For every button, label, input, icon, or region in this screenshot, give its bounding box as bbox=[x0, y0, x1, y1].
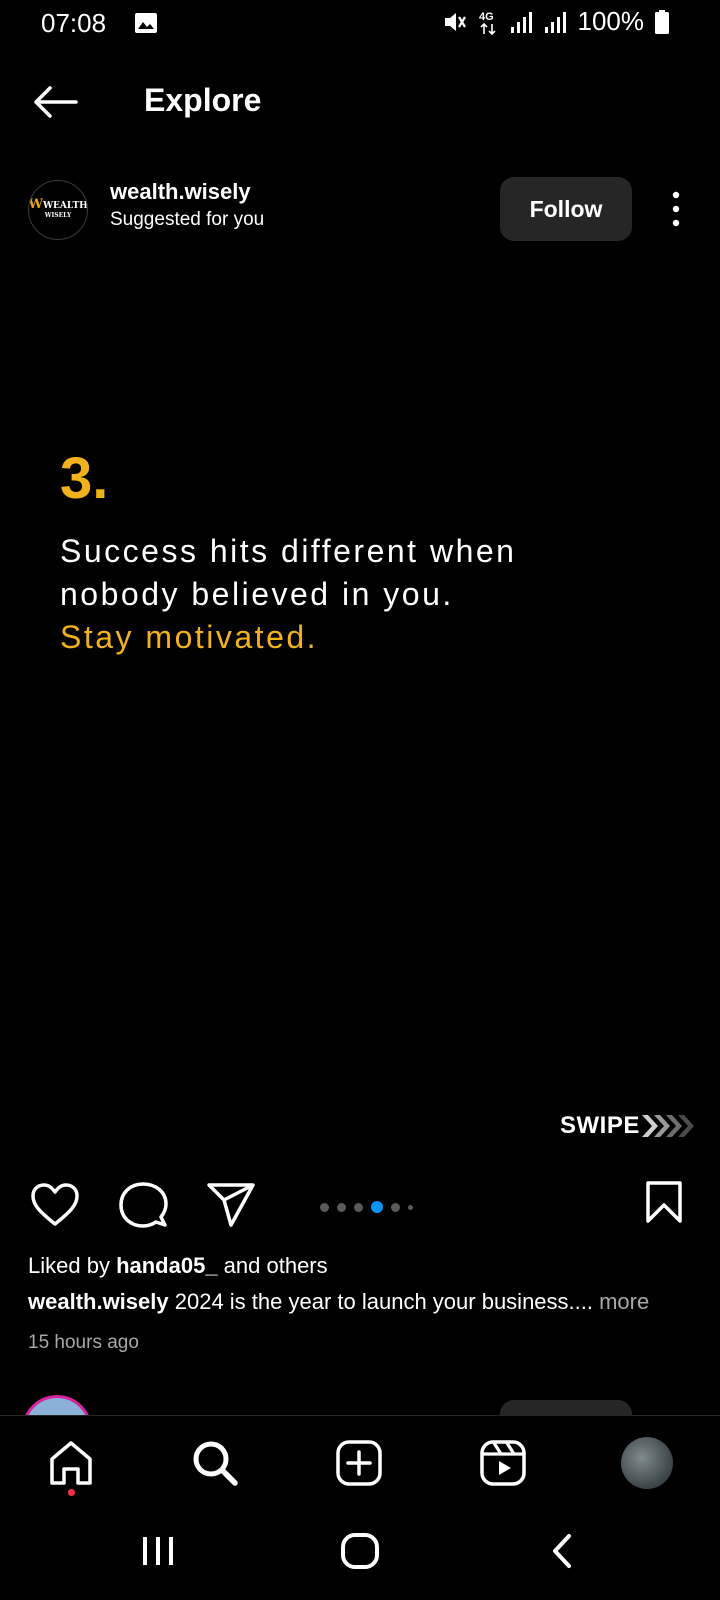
reels-icon bbox=[480, 1440, 526, 1486]
caption-text: 2024 is the year to launch your business… bbox=[168, 1289, 600, 1314]
home-icon bbox=[50, 1441, 92, 1485]
user-block: wealth.wisely Suggested for you bbox=[110, 179, 264, 231]
status-time: 07:08 bbox=[41, 8, 107, 38]
swipe-hint: SWIPE bbox=[560, 1112, 696, 1140]
more-options-icon[interactable] bbox=[664, 189, 688, 229]
post-timestamp: 15 hours ago bbox=[28, 1332, 139, 1353]
signal-icon bbox=[510, 11, 532, 33]
arrow-left-icon[interactable] bbox=[30, 82, 80, 122]
carousel-dot bbox=[354, 1202, 363, 1212]
nav-search[interactable] bbox=[190, 1438, 240, 1488]
caption: wealth.wisely 2024 is the year to launch… bbox=[28, 1289, 708, 1315]
4g-icon: 4G bbox=[479, 11, 496, 35]
page-title: Explore bbox=[144, 82, 262, 118]
nav-profile[interactable] bbox=[620, 1436, 674, 1490]
system-nav bbox=[0, 1505, 720, 1600]
bottom-nav bbox=[0, 1415, 720, 1505]
bookmark-icon[interactable] bbox=[644, 1180, 684, 1224]
comment-icon[interactable] bbox=[118, 1181, 168, 1229]
signal-icon bbox=[544, 11, 566, 33]
post-image[interactable]: 3. Success hits different when nobody be… bbox=[0, 270, 720, 1150]
caption-username[interactable]: wealth.wisely bbox=[28, 1289, 169, 1314]
slide-number: 3. bbox=[60, 446, 109, 511]
nav-home[interactable] bbox=[46, 1438, 96, 1488]
quote-accent: Stay motivated. bbox=[60, 619, 319, 655]
top-header: Explore bbox=[0, 60, 720, 140]
share-icon[interactable] bbox=[206, 1182, 256, 1228]
nav-reels[interactable] bbox=[478, 1438, 528, 1488]
quote-line-2: nobody believed in you. bbox=[60, 576, 454, 612]
battery-percent: 100% bbox=[577, 6, 645, 36]
carousel-dot bbox=[337, 1202, 346, 1212]
liked-by-user[interactable]: handa05_ bbox=[116, 1253, 218, 1278]
post-header: WWEALTH WISELY wealth.wisely Suggested f… bbox=[0, 175, 720, 241]
back-chevron-icon[interactable] bbox=[550, 1533, 574, 1569]
avatar[interactable]: WWEALTH WISELY bbox=[28, 180, 88, 240]
status-icons: 4G 100% bbox=[442, 6, 671, 37]
heart-icon[interactable] bbox=[30, 1182, 80, 1228]
caption-more-link[interactable]: more bbox=[599, 1289, 649, 1314]
gallery-icon bbox=[135, 13, 157, 33]
carousel-dot bbox=[320, 1202, 329, 1212]
action-bar bbox=[0, 1175, 720, 1235]
username[interactable]: wealth.wisely bbox=[110, 179, 264, 205]
recents-icon[interactable] bbox=[140, 1533, 176, 1569]
chevrons-right-icon bbox=[641, 1115, 694, 1137]
quote-text: Success hits different when nobody belie… bbox=[60, 530, 680, 659]
svg-text:4G: 4G bbox=[479, 11, 494, 23]
mute-icon bbox=[444, 12, 466, 31]
quote-line-1: Success hits different when bbox=[60, 533, 517, 569]
battery-icon bbox=[655, 9, 669, 34]
swipe-label: SWIPE bbox=[560, 1112, 640, 1139]
liked-by-suffix[interactable]: and others bbox=[218, 1253, 328, 1278]
carousel-indicator bbox=[320, 1201, 413, 1213]
follow-button[interactable]: Follow bbox=[500, 177, 632, 241]
carousel-dot-active bbox=[371, 1201, 383, 1213]
notification-dot bbox=[68, 1489, 75, 1496]
liked-by-prefix: Liked by bbox=[28, 1253, 117, 1278]
profile-avatar bbox=[621, 1437, 673, 1489]
avatar-logo: WWEALTH WISELY bbox=[28, 197, 88, 219]
carousel-dot bbox=[391, 1202, 400, 1212]
carousel-dot bbox=[408, 1204, 413, 1210]
likes-line: Liked by handa05_ and others bbox=[28, 1253, 328, 1279]
home-circle-icon[interactable] bbox=[340, 1533, 380, 1569]
status-bar: 07:08 4G 100% bbox=[0, 0, 720, 48]
nav-create[interactable] bbox=[334, 1438, 384, 1488]
search-icon bbox=[193, 1441, 238, 1486]
suggested-label: Suggested for you bbox=[110, 209, 265, 230]
create-icon bbox=[336, 1440, 382, 1486]
